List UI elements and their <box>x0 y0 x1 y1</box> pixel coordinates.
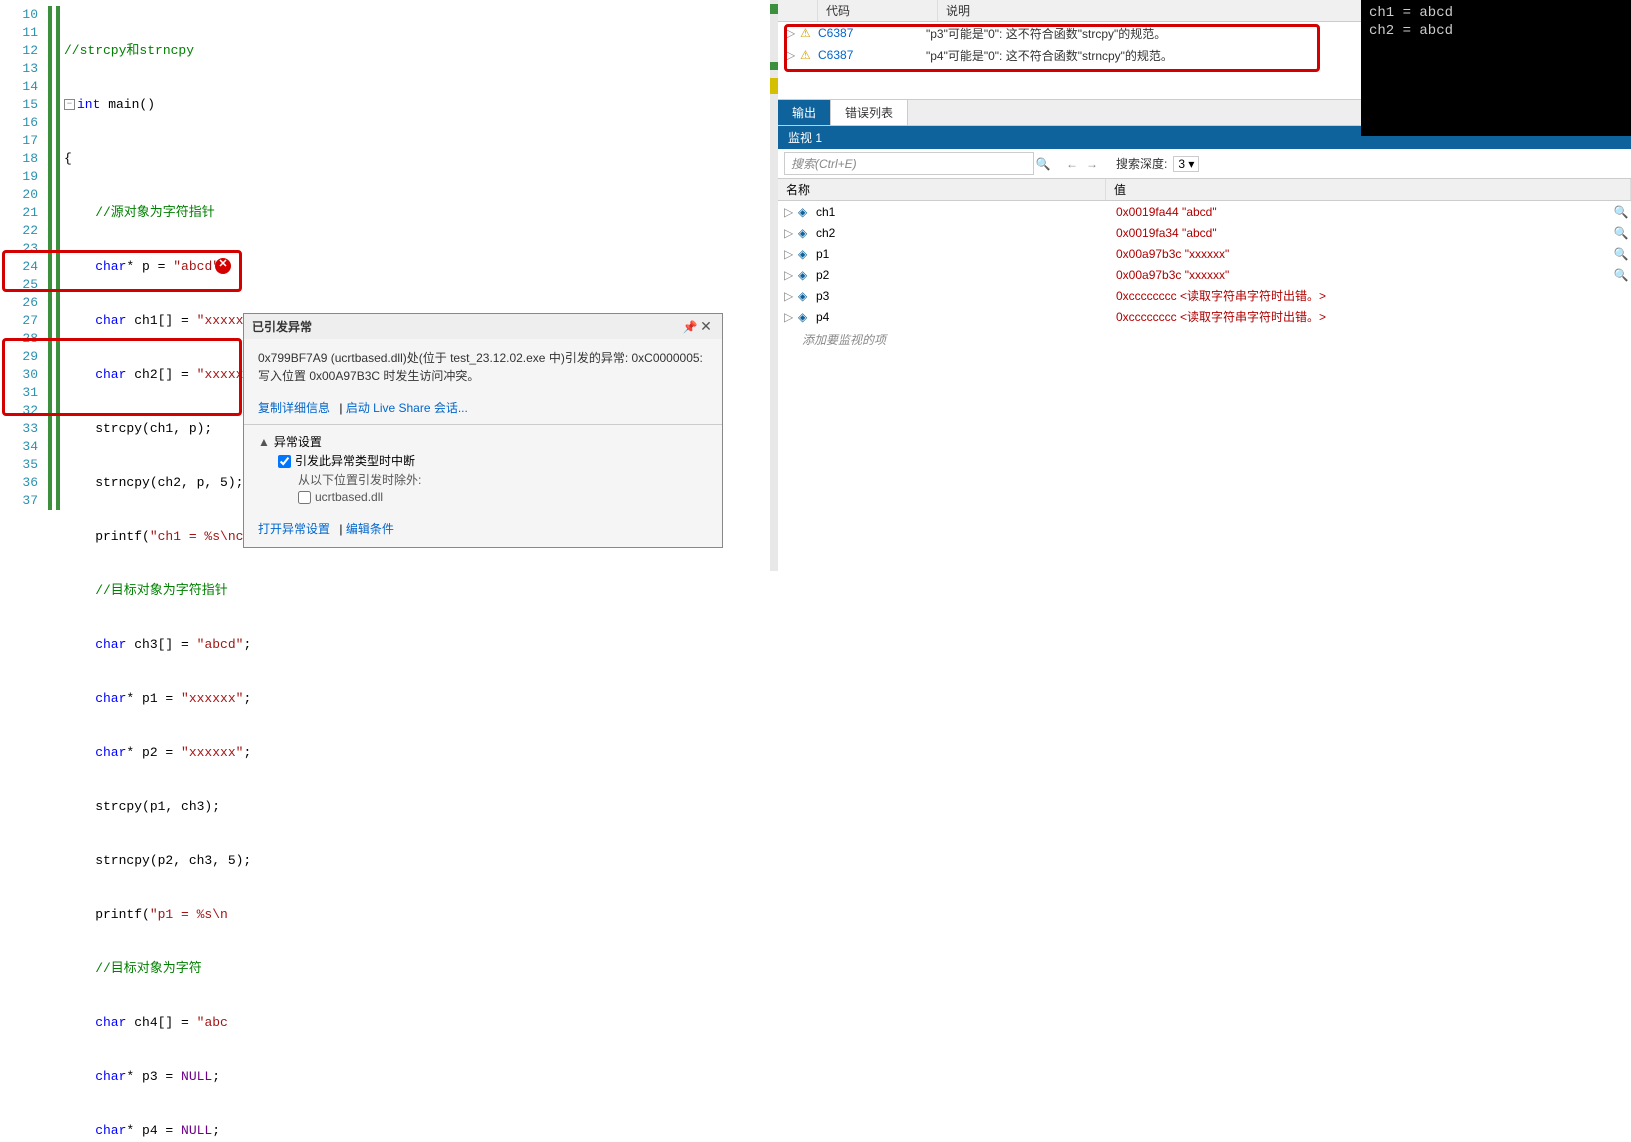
col-name[interactable]: 名称 <box>778 179 1106 200</box>
watch-columns-header: 名称 值 <box>778 179 1631 201</box>
live-share-link[interactable]: 启动 Live Share 会话... <box>346 401 468 415</box>
expand-icon[interactable]: ▷ <box>784 226 798 240</box>
editor-splitter[interactable] <box>770 0 778 571</box>
warning-icon: ⚠ <box>800 26 818 40</box>
expand-icon[interactable]: ▷ <box>784 205 798 219</box>
col-code[interactable]: 代码 <box>818 0 938 21</box>
minimap-warning-marker <box>770 78 778 94</box>
magnifier-icon[interactable]: 🔍 <box>1611 205 1631 219</box>
collapse-icon[interactable]: − <box>64 99 75 110</box>
tab-error-list[interactable]: 错误列表 <box>831 100 908 125</box>
module-exclude-checkbox[interactable]: ucrtbased.dll <box>258 488 708 506</box>
console-line: ch1 = abcd <box>1369 4 1623 22</box>
error-breakpoint-icon[interactable]: ✕ <box>215 258 231 274</box>
expand-icon[interactable]: ▷ <box>784 268 798 282</box>
console-output: ch1 = abcd ch2 = abcd <box>1361 0 1631 136</box>
depth-label: 搜索深度: <box>1116 155 1167 172</box>
break-on-exception-checkbox[interactable]: 引发此异常类型时中断 <box>258 450 708 471</box>
watch-row[interactable]: ▷◈p10x00a97b3c "xxxxxx"🔍 <box>778 243 1631 264</box>
watch-window: 监视 1 搜索(Ctrl+E) 🔍 ←→ 搜索深度: 3 ▾ 名称 值 ▷◈ch… <box>778 126 1631 571</box>
popup-message: 0x799BF7A9 (ucrtbased.dll)处(位于 test_23.1… <box>244 339 722 395</box>
watch-row[interactable]: ▷◈p20x00a97b3c "xxxxxx"🔍 <box>778 264 1631 285</box>
change-indicator-bar-2 <box>56 6 60 510</box>
change-indicator-bar <box>48 6 52 510</box>
open-exception-settings-link[interactable]: 打开异常设置 <box>258 522 330 536</box>
magnifier-icon[interactable]: 🔍 <box>1611 268 1631 282</box>
error-code-link[interactable]: C6387 <box>818 26 926 40</box>
expand-icon[interactable]: ▷ <box>786 26 800 40</box>
copy-details-link[interactable]: 复制详细信息 <box>258 401 330 415</box>
except-from-label: 从以下位置引发时除外: <box>258 471 708 488</box>
watch-row[interactable]: ▷◈ch10x0019fa44 "abcd"🔍 <box>778 201 1631 222</box>
warning-icon: ⚠ <box>800 48 818 62</box>
minimap-change-marker <box>770 4 778 14</box>
watch-nav-arrows[interactable]: ←→ <box>1062 157 1102 171</box>
watch-row[interactable]: ▷◈p30xcccccccc <读取字符串字符时出错。> <box>778 285 1631 306</box>
object-icon: ◈ <box>798 289 816 303</box>
depth-dropdown[interactable]: 3 ▾ <box>1173 156 1199 172</box>
watch-add-item[interactable]: 添加要监视的项 <box>778 327 1631 352</box>
expand-icon[interactable]: ▷ <box>784 310 798 324</box>
watch-row[interactable]: ▷◈p40xcccccccc <读取字符串字符时出错。> <box>778 306 1631 327</box>
exception-settings-header[interactable]: ▲异常设置 <box>258 433 708 450</box>
watch-row[interactable]: ▷◈ch20x0019fa34 "abcd"🔍 <box>778 222 1631 243</box>
expand-icon[interactable]: ▷ <box>784 247 798 261</box>
popup-title: 已引发异常 <box>252 318 682 335</box>
object-icon: ◈ <box>798 310 816 324</box>
watch-toolbar: 搜索(Ctrl+E) 🔍 ←→ 搜索深度: 3 ▾ <box>778 149 1631 179</box>
chevron-down-icon: ▲ <box>258 435 270 449</box>
exception-popup: 已引发异常 📌 ✕ 0x799BF7A9 (ucrtbased.dll)处(位于… <box>243 313 723 548</box>
object-icon: ◈ <box>798 226 816 240</box>
error-code-link[interactable]: C6387 <box>818 48 926 62</box>
object-icon: ◈ <box>798 205 816 219</box>
edit-conditions-link[interactable]: 编辑条件 <box>346 522 394 536</box>
console-line: ch2 = abcd <box>1369 22 1623 40</box>
minimap-change-marker <box>770 62 778 70</box>
watch-search-input[interactable]: 搜索(Ctrl+E) <box>784 152 1034 175</box>
col-value[interactable]: 值 <box>1106 179 1631 200</box>
expand-icon[interactable]: ▷ <box>786 48 800 62</box>
close-icon[interactable]: ✕ <box>698 318 714 335</box>
magnifier-icon[interactable]: 🔍 <box>1611 247 1631 261</box>
tab-output[interactable]: 输出 <box>778 100 831 125</box>
object-icon: ◈ <box>798 268 816 282</box>
expand-icon[interactable]: ▷ <box>784 289 798 303</box>
search-icon[interactable]: 🔍 <box>1034 157 1052 171</box>
code-text-area[interactable]: //strcpy和strncpy −int main() { //源对象为字符指… <box>64 6 770 1142</box>
line-number-gutter: 101112 131415 161718 192021 222324 25262… <box>0 0 44 510</box>
magnifier-icon[interactable]: 🔍 <box>1611 226 1631 240</box>
pin-icon[interactable]: 📌 <box>682 320 698 334</box>
object-icon: ◈ <box>798 247 816 261</box>
